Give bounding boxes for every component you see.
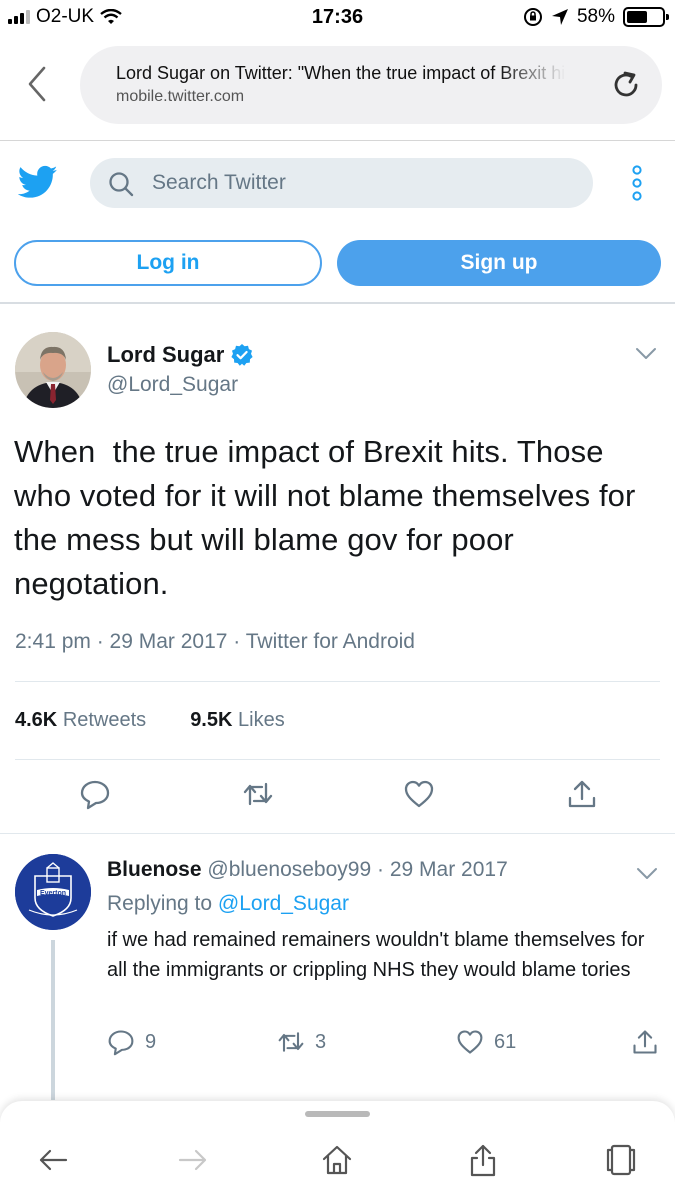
reply-icon[interactable] [79, 778, 111, 810]
battery-icon [623, 7, 669, 27]
like-heart-icon [457, 1030, 483, 1054]
reply-actions: 9 3 61 [107, 1028, 667, 1058]
author-avatar[interactable] [15, 332, 91, 408]
tweet-stats: 4.6K Retweets 9.5K Likes [15, 709, 285, 732]
page-domain: mobile.twitter.com [116, 88, 245, 105]
author-name-text: Lord Sugar [107, 342, 225, 367]
divider [0, 833, 675, 834]
location-arrow-icon [551, 9, 568, 25]
status-right: 58% [523, 6, 669, 28]
battery-percent: 58% [576, 6, 615, 27]
battery-fill [627, 11, 647, 23]
share-icon [633, 1030, 657, 1054]
retweets-stat[interactable]: 4.6K Retweets [15, 709, 146, 732]
sheet-handle[interactable] [305, 1111, 370, 1117]
tweet-actions [0, 778, 675, 828]
reply-retweet-count: 3 [315, 1030, 327, 1053]
home-icon[interactable] [320, 1143, 354, 1177]
reload-icon[interactable] [610, 69, 642, 101]
rotation-lock-icon [523, 8, 542, 26]
address-field[interactable]: Lord Sugar on Twitter: "When the true im… [80, 46, 662, 124]
reply-count: 9 [145, 1030, 157, 1053]
search-input[interactable]: Search Twitter [90, 158, 593, 208]
reply-like-count: 61 [494, 1030, 517, 1053]
likes-count: 9.5K [190, 709, 233, 731]
reply-retweet-action[interactable]: 3 [277, 1028, 326, 1056]
forward-arrow-icon[interactable] [176, 1143, 210, 1177]
reply-date-separator: · [377, 858, 384, 881]
reply-reply-action[interactable]: 9 [107, 1028, 156, 1056]
search-icon [109, 172, 134, 197]
reply-share-action[interactable] [631, 1028, 659, 1056]
reply-author-name[interactable]: Bluenose [107, 858, 202, 881]
thread-connector-line [51, 940, 55, 1100]
twitter-bird-icon[interactable] [18, 162, 58, 202]
replying-to: Replying to @Lord_Sugar [107, 892, 349, 916]
login-button[interactable]: Log in [14, 240, 322, 286]
crest-text: Everton [40, 890, 66, 897]
browser-toolbar [0, 1101, 675, 1200]
status-bar: O2-UK 17:36 58% [0, 0, 675, 36]
share-icon[interactable] [566, 778, 598, 810]
retweet-icon [278, 1032, 304, 1052]
tabs-icon[interactable] [604, 1143, 638, 1177]
replying-mention-link[interactable]: @Lord_Sugar [218, 892, 349, 915]
reply-header: Bluenose @bluenoseboy99 · 29 Mar 2017 [107, 858, 508, 882]
twitter-header: Search Twitter Log in Sign up [0, 142, 675, 304]
author-handle[interactable]: @Lord_Sugar [107, 373, 238, 397]
tweet-text: When the true impact of Brexit hits. Tho… [14, 434, 645, 601]
reply-text: if we had remained remainers wouldn't bl… [107, 929, 645, 981]
likes-label: Likes [238, 709, 285, 731]
verified-badge-icon [231, 344, 253, 366]
page-title: Lord Sugar on Twitter: "When the true im… [116, 63, 566, 83]
reply-author-handle[interactable]: @bluenoseboy99 [207, 858, 371, 881]
chevron-down-icon[interactable] [635, 346, 657, 362]
browser-back-chevron-icon[interactable] [22, 64, 54, 104]
signup-button[interactable]: Sign up [337, 240, 661, 286]
reply-author-avatar[interactable]: Everton [15, 854, 91, 930]
share-icon[interactable] [466, 1143, 500, 1177]
browser-url-bar: Lord Sugar on Twitter: "When the true im… [0, 36, 675, 141]
retweet-icon[interactable] [242, 778, 274, 810]
more-options-icon[interactable] [630, 165, 644, 201]
tweet-timestamp[interactable]: 2:41 pm · 29 Mar 2017 · Twitter for Andr… [15, 630, 415, 654]
reply-like-action[interactable]: 61 [456, 1028, 516, 1056]
likes-stat[interactable]: 9.5K Likes [190, 709, 285, 732]
chevron-down-icon[interactable] [636, 866, 658, 882]
divider [15, 759, 660, 760]
reply-icon [108, 1030, 134, 1056]
everton-crest-icon: Everton [15, 854, 91, 930]
retweets-count: 4.6K [15, 709, 58, 731]
author-name[interactable]: Lord Sugar [107, 342, 254, 368]
retweets-label: Retweets [62, 709, 147, 731]
like-heart-icon[interactable] [403, 778, 435, 810]
reply-date[interactable]: 29 Mar 2017 [390, 858, 508, 881]
back-arrow-icon[interactable] [36, 1143, 70, 1177]
divider [15, 681, 660, 682]
replying-prefix: Replying to [107, 892, 213, 915]
search-placeholder: Search Twitter [152, 171, 286, 194]
